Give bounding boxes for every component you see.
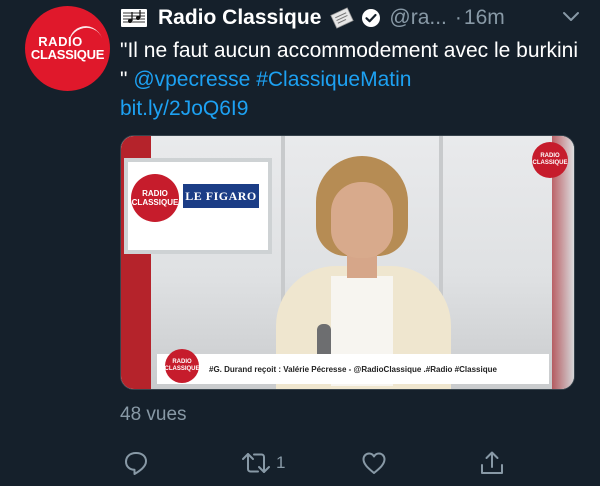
like-icon	[362, 452, 386, 474]
tweet-text: "Il ne faut aucun accommodement avec le …	[120, 36, 580, 123]
banner-radio-logo: RADIO CLASSIQUE	[165, 349, 200, 383]
tweet-time[interactable]: 16m	[464, 6, 505, 30]
hashtag-link[interactable]: #ClassiqueMatin	[256, 68, 411, 91]
guest-face	[331, 182, 393, 258]
retweet-button[interactable]: 1	[240, 446, 285, 480]
tweet-header: Radio Classique @ra... · 16m	[120, 3, 580, 33]
retweet-icon	[242, 453, 270, 473]
studio-screen: RADIO CLASSIQUE LE FIGARO	[124, 158, 272, 254]
view-count: 48 vues	[120, 404, 187, 425]
video-thumbnail[interactable]: RADIO CLASSIQUE LE FIGARO RADIO CLASSIQU…	[120, 135, 575, 390]
verified-badge-icon	[362, 9, 381, 27]
screen-radio-logo: RADIO CLASSIQUE	[131, 174, 179, 222]
corner-radio-logo: RADIO CLASSIQUE	[532, 142, 568, 178]
figaro-logo: LE FIGARO	[183, 184, 259, 208]
action-bar: 1	[120, 446, 510, 480]
author-handle[interactable]: @ra...	[389, 6, 447, 30]
share-button[interactable]	[478, 446, 506, 480]
share-icon	[481, 451, 503, 474]
like-button[interactable]	[360, 446, 388, 480]
reply-button[interactable]	[122, 446, 150, 480]
banner-text: #G. Durand reçoit : Valérie Pécresse - @…	[209, 364, 497, 374]
retweet-count: 1	[276, 453, 286, 472]
music-score-icon	[121, 9, 147, 27]
reply-icon	[125, 452, 147, 475]
url-link[interactable]: bit.ly/2JoQ6I9	[120, 97, 248, 120]
newspaper-icon	[330, 7, 355, 29]
mention-link[interactable]: @vpecresse	[133, 68, 250, 91]
header-separator: ·	[454, 6, 462, 29]
chevron-down-icon[interactable]	[562, 9, 580, 23]
author-avatar[interactable]: RADIO CLASSIQUE	[25, 6, 110, 91]
author-name[interactable]: Radio Classique	[158, 6, 321, 30]
lower-third-banner: RADIO CLASSIQUE #G. Durand reçoit : Valé…	[157, 349, 549, 384]
